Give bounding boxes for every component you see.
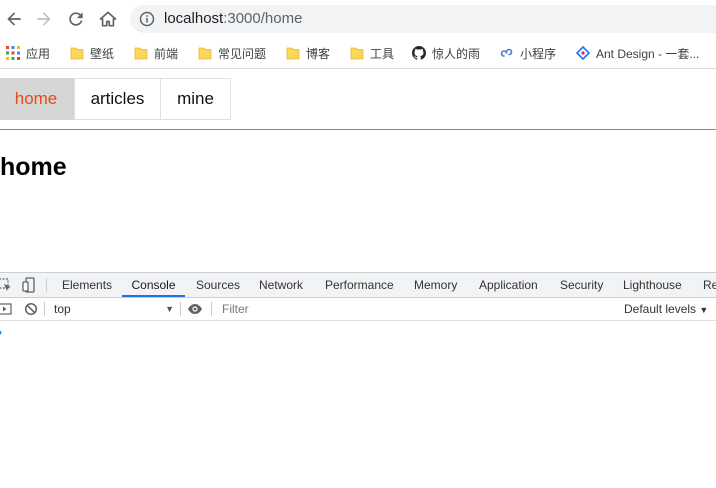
bookmarks-bar: 应用 壁纸 前端 常见问题 博客 工具 惊人的雨 小程序 Ant Design …	[0, 38, 716, 69]
folder-icon	[286, 47, 300, 60]
nav-tab-label: articles	[90, 89, 145, 108]
home-icon	[99, 11, 117, 27]
page-heading: home	[0, 153, 67, 181]
nav-tab-home[interactable]: home	[0, 78, 76, 120]
bookmark-label: 壁纸	[90, 46, 115, 61]
console-toolbar: top ▼ Default levels ▼	[0, 298, 716, 321]
devtools-tab-elements[interactable]: Elements	[62, 273, 112, 297]
bookmark-label: Ant Design - 一套...	[596, 46, 700, 61]
devtools-tab-security[interactable]: Security	[560, 273, 603, 297]
devtools-panel: Elements Console Sources Network Perform…	[0, 272, 716, 488]
arrow-left-icon	[7, 12, 21, 26]
bookmark-folder[interactable]: 博客	[286, 44, 330, 62]
filter-input[interactable]	[218, 300, 622, 318]
devtools-tab-sources[interactable]: Sources	[196, 273, 240, 297]
forward-button[interactable]	[32, 7, 56, 31]
bookmark-folder[interactable]: 前端	[134, 44, 178, 62]
github-icon	[412, 46, 426, 60]
apps-grid-icon	[6, 46, 20, 60]
bookmark-apps[interactable]: 应用	[6, 44, 50, 62]
info-icon[interactable]	[139, 11, 155, 27]
context-select[interactable]: top ▼	[48, 300, 176, 318]
caret-down-icon: ▼	[165, 304, 174, 314]
back-button[interactable]	[2, 7, 26, 31]
bookmark-miniprogram[interactable]: 小程序	[500, 44, 556, 62]
bookmark-ant-design[interactable]: Ant Design - 一套...	[576, 44, 699, 62]
reload-button[interactable]	[64, 7, 88, 31]
bookmark-label: 应用	[26, 46, 51, 61]
devtools-tab-lighthouse[interactable]: Lighthouse	[623, 273, 682, 297]
reload-icon	[69, 12, 83, 26]
page-divider	[0, 129, 716, 130]
sidebar-toggle-icon[interactable]	[0, 302, 12, 316]
nav-tab-articles[interactable]: articles	[74, 78, 161, 120]
devtools-tab-application[interactable]: Application	[479, 273, 538, 297]
ant-design-icon	[576, 46, 590, 60]
bookmark-folder[interactable]: 壁纸	[70, 44, 114, 62]
bookmark-github[interactable]: 惊人的雨	[412, 44, 480, 62]
devtools-tab-network[interactable]: Network	[259, 273, 303, 297]
nav-tab-label: mine	[177, 89, 214, 108]
folder-icon	[350, 47, 364, 60]
nav-tab-mine[interactable]: mine	[160, 78, 231, 120]
miniprogram-icon	[500, 48, 513, 57]
url-host: localhost	[164, 10, 224, 27]
bookmark-label: 前端	[154, 46, 179, 61]
nav-tab-label: home	[14, 89, 58, 108]
url-text: localhost:3000/home	[164, 10, 302, 28]
separator	[180, 302, 181, 316]
caret-down-icon: ▼	[699, 305, 709, 315]
inspect-element-icon[interactable]	[0, 278, 12, 292]
browser-toolbar: localhost:3000/home	[0, 0, 716, 38]
clear-console-icon[interactable]	[24, 302, 38, 316]
devtools-tab-bar: Elements Console Sources Network Perform…	[0, 273, 716, 298]
folder-icon	[70, 47, 84, 60]
console-prompt[interactable]: ›	[0, 325, 2, 339]
separator	[211, 302, 212, 316]
eye-icon[interactable]	[187, 303, 203, 315]
bookmark-label: 惊人的雨	[432, 46, 481, 61]
devtools-tab-console[interactable]: Console	[122, 273, 185, 297]
log-levels-dropdown[interactable]: Default levels ▼	[624, 300, 708, 318]
bookmark-folder[interactable]: 常见问题	[198, 44, 266, 62]
url-path: :3000/home	[223, 10, 303, 27]
arrow-right-icon	[37, 12, 51, 26]
address-bar[interactable]: localhost:3000/home	[130, 5, 716, 33]
bookmark-label: 小程序	[520, 46, 557, 61]
home-button[interactable]	[96, 7, 120, 31]
devtools-tab-memory[interactable]: Memory	[414, 273, 457, 297]
bookmark-folder[interactable]: 工具	[350, 44, 394, 62]
bookmark-label: 常见问题	[218, 46, 267, 61]
separator	[44, 302, 45, 316]
device-toolbar-icon[interactable]	[22, 277, 36, 293]
bookmark-label: 工具	[370, 46, 395, 61]
devtools-tab-overflow[interactable]: Re	[703, 273, 716, 297]
context-value: top	[54, 302, 71, 316]
separator	[46, 278, 47, 292]
folder-icon	[198, 47, 212, 60]
folder-icon	[134, 47, 148, 60]
log-levels-label: Default levels	[624, 302, 697, 316]
bookmark-label: 博客	[306, 46, 331, 61]
devtools-tab-performance[interactable]: Performance	[325, 273, 394, 297]
